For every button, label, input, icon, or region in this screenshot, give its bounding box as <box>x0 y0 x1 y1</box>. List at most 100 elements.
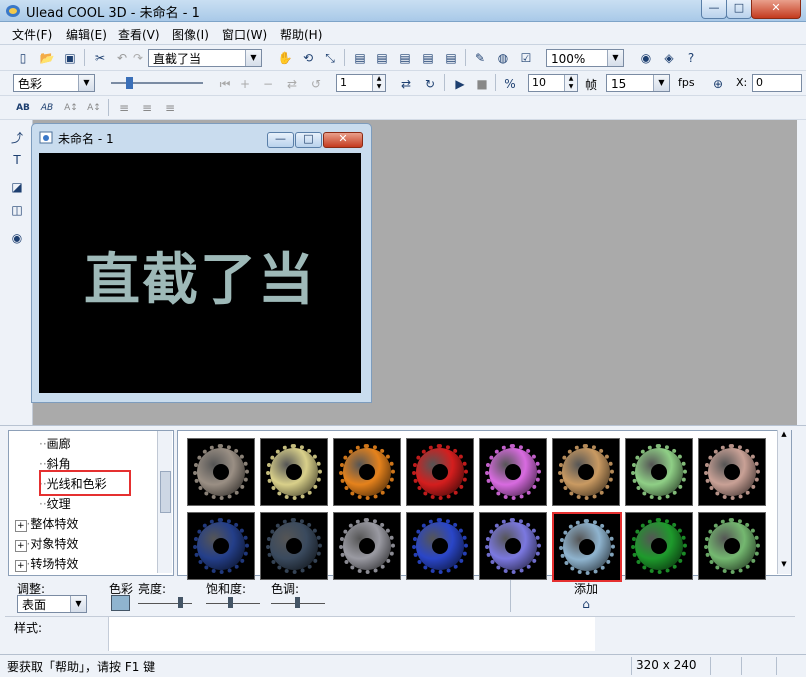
tree-scroll-thumb[interactable] <box>160 471 171 513</box>
remove-keyframe-icon[interactable]: − <box>258 74 278 94</box>
preset-thumbnail[interactable] <box>406 438 474 506</box>
tree-item-texture[interactable]: ··纹理 <box>39 495 71 512</box>
add-preset-icon[interactable]: ⌂ <box>576 594 596 614</box>
cut-icon[interactable]: ✂ <box>90 48 110 68</box>
open-folder-icon[interactable]: 📂 <box>37 48 57 68</box>
scroll-down-icon[interactable]: ▼ <box>779 560 789 572</box>
globe-icon[interactable]: ◍ <box>493 48 513 68</box>
edit-graphics-icon[interactable]: ◪ <box>7 177 27 197</box>
preset-thumbnail[interactable] <box>625 438 693 506</box>
first-frame-icon[interactable]: ⏮ <box>215 74 235 94</box>
preset-thumbnail[interactable] <box>406 512 474 580</box>
preset-thumbnail[interactable] <box>479 438 547 506</box>
brightness-thumb[interactable] <box>178 597 183 608</box>
reverse-icon[interactable]: ⇄ <box>282 74 302 94</box>
scroll-up-icon[interactable]: ▲ <box>779 430 789 442</box>
zoom-select[interactable]: 100% ▼ <box>546 49 624 67</box>
align-middle-icon[interactable]: ▤ <box>372 48 392 68</box>
loop-icon[interactable]: ↺ <box>306 74 326 94</box>
menu-window[interactable]: 窗口(W) <box>222 26 267 43</box>
text-italic-icon[interactable]: AB <box>37 98 57 118</box>
align-left-icon[interactable]: ▤ <box>418 48 438 68</box>
tree-scrollbar[interactable] <box>157 431 172 573</box>
x-coordinate-input[interactable]: 0 <box>752 74 802 92</box>
document-minimize-button[interactable]: — <box>267 132 294 148</box>
menu-edit[interactable]: 编辑(E) <box>66 26 107 43</box>
insert-graphics-icon[interactable]: ⤴ <box>7 127 27 147</box>
preset-thumbnail[interactable] <box>260 512 328 580</box>
timeline-thumb[interactable] <box>126 77 133 89</box>
new-file-icon[interactable]: ▯ <box>13 48 33 68</box>
preset-thumbnail[interactable] <box>479 512 547 580</box>
position-tool-icon[interactable]: ⊕ <box>708 74 728 94</box>
insert-geometry-icon[interactable]: ◉ <box>7 228 27 248</box>
lighting-icon[interactable]: ✎ <box>470 48 490 68</box>
workspace-scrollbar[interactable] <box>797 120 806 425</box>
menu-help[interactable]: 帮助(H) <box>280 26 322 43</box>
color-swatch[interactable] <box>111 595 130 611</box>
align-right-icon[interactable]: ▤ <box>441 48 461 68</box>
hue-slider[interactable] <box>271 597 325 609</box>
preset-thumbnail[interactable] <box>187 512 255 580</box>
maximize-button[interactable]: □ <box>726 0 752 19</box>
tree-item-transition-effects[interactable]: + ·转场特效 <box>15 555 78 572</box>
preset-thumbnail[interactable] <box>698 438 766 506</box>
attribute-select[interactable]: 色彩 ▼ <box>13 74 95 92</box>
insert-text-icon[interactable]: T <box>7 150 27 170</box>
saturation-slider[interactable] <box>206 597 260 609</box>
tree-item-object-effects[interactable]: + ·对象特效 <box>15 535 78 552</box>
hue-thumb[interactable] <box>295 597 300 608</box>
rotate-object-icon[interactable]: ⟲ <box>298 48 318 68</box>
preset-thumbnail[interactable] <box>260 438 328 506</box>
preset-thumbnail[interactable] <box>333 438 401 506</box>
align-text-right-icon[interactable]: ≡ <box>160 98 180 118</box>
select-tool-icon[interactable]: ◫ <box>7 200 27 220</box>
preset-thumbnail[interactable] <box>552 438 620 506</box>
help-pointer-icon[interactable]: ? <box>681 48 701 68</box>
text-leading-icon[interactable]: A↕ <box>84 98 104 118</box>
save-icon[interactable]: ▣ <box>60 48 80 68</box>
fps-select[interactable]: 15 ▼ <box>606 74 670 92</box>
color-picker-icon[interactable]: ☑ <box>516 48 536 68</box>
tree-item-gallery[interactable]: ··画廊 <box>39 435 71 452</box>
canvas-3d-text[interactable]: 直截了当 <box>39 235 361 316</box>
repeat-icon[interactable]: ↻ <box>420 74 440 94</box>
add-keyframe-icon[interactable]: + <box>235 74 255 94</box>
text-spacing-icon[interactable]: A↕ <box>61 98 81 118</box>
tree-item-global-effects[interactable]: + ·整体特效 <box>15 515 78 532</box>
align-bottom-icon[interactable]: ▤ <box>395 48 415 68</box>
menu-image[interactable]: 图像(I) <box>172 26 209 43</box>
ping-pong-icon[interactable]: ⇄ <box>396 74 416 94</box>
total-frames-stepper[interactable]: 10 ▲ ▼ <box>528 74 578 92</box>
document-close-button[interactable]: ✕ <box>323 132 363 148</box>
menu-file[interactable]: 文件(F) <box>12 26 52 43</box>
stop-icon[interactable]: ■ <box>472 74 492 94</box>
preset-thumbnail[interactable] <box>333 512 401 580</box>
redo-icon[interactable]: ↷ <box>128 48 148 68</box>
play-icon[interactable]: ▶ <box>450 74 470 94</box>
saturation-thumb[interactable] <box>228 597 233 608</box>
timeline-slider[interactable] <box>106 74 206 92</box>
preset-thumbnail[interactable] <box>625 512 693 580</box>
preset-thumbnail[interactable] <box>552 512 622 582</box>
align-top-icon[interactable]: ▤ <box>350 48 370 68</box>
preset-thumbnail[interactable] <box>698 512 766 580</box>
hand-icon[interactable]: ✋ <box>275 48 295 68</box>
smooth-motion-icon[interactable]: % <box>500 74 520 94</box>
menu-view[interactable]: 查看(V) <box>118 26 160 43</box>
style-list[interactable] <box>108 617 595 651</box>
render-icon[interactable]: ◉ <box>636 48 656 68</box>
resize-object-icon[interactable]: ⤡ <box>320 48 340 68</box>
preview-icon[interactable]: ◈ <box>659 48 679 68</box>
adjust-select[interactable]: 表面 ▼ <box>17 595 87 613</box>
document-maximize-button[interactable]: □ <box>295 132 322 148</box>
close-button[interactable]: ✕ <box>751 0 801 19</box>
minimize-button[interactable]: — <box>701 0 727 19</box>
object-select[interactable]: 直截了当 ▼ <box>148 49 262 67</box>
align-text-left-icon[interactable]: ≡ <box>114 98 134 118</box>
thumbnails-scrollbar[interactable]: ▲ ▼ <box>777 430 791 574</box>
frame-stepper[interactable]: 1 ▲ ▼ <box>336 74 386 92</box>
render-canvas[interactable]: 直截了当 <box>39 153 361 393</box>
brightness-slider[interactable] <box>138 597 192 609</box>
text-bold-icon[interactable]: AB <box>13 98 33 118</box>
